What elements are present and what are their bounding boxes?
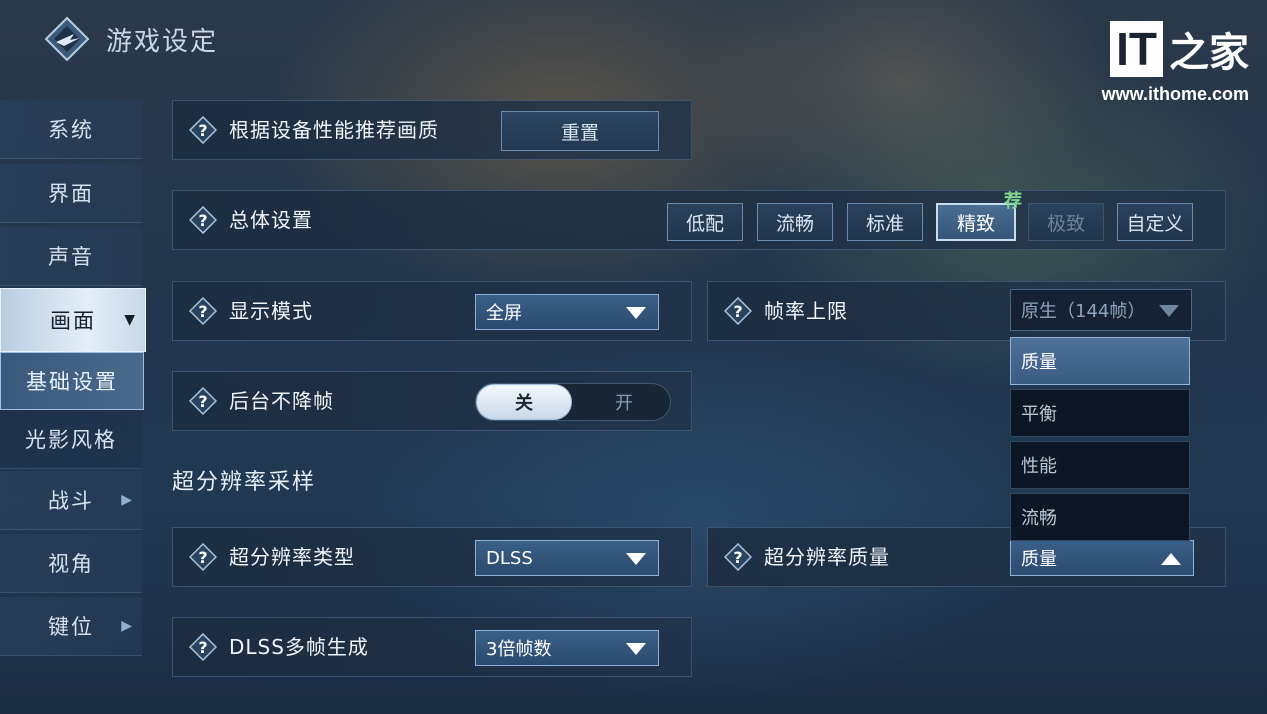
preset-ultra[interactable]: 极致 [1028,203,1104,241]
preset-standard[interactable]: 标准 [847,203,923,241]
dropdown-arrow-icon [1159,305,1179,317]
reset-button[interactable]: 重置 [501,111,659,151]
display-mode-row: ? 显示模式 全屏 [172,281,692,341]
svg-text:?: ? [198,548,207,567]
display-mode-dropdown[interactable]: 全屏 [475,294,659,330]
help-icon[interactable]: ? [188,296,218,326]
toggle-on-option[interactable]: 开 [576,384,672,420]
svg-text:?: ? [198,638,207,657]
recommended-badge: 荐 [1004,191,1022,212]
chevron-down-icon: ▼ [124,312,137,328]
svg-text:?: ? [733,302,742,321]
help-icon[interactable]: ? [188,205,218,235]
dropdown-arrow-up-icon [1161,553,1181,565]
sidebar-item-graphics[interactable]: 画面 ▼ [0,288,146,352]
game-emblem-icon [44,16,90,62]
upscaling-type-label: 超分辨率类型 [229,545,355,569]
svg-text:?: ? [198,121,207,140]
header: 游戏设定 [44,16,218,62]
sidebar-subitem-lighting-style[interactable]: 光影风格 [0,410,142,469]
background-fps-label: 后台不降帧 [229,389,334,413]
upscaling-type-dropdown[interactable]: DLSS [475,540,659,576]
toggle-off-option[interactable]: 关 [476,384,572,420]
help-icon[interactable]: ? [188,542,218,572]
overall-settings-label: 总体设置 [229,208,313,232]
help-icon[interactable]: ? [188,632,218,662]
svg-text:?: ? [198,211,207,230]
dropdown-option-smooth[interactable]: 流畅 [1010,493,1190,541]
fps-limit-label: 帧率上限 [764,299,848,323]
recommend-quality-row: ? 根据设备性能推荐画质 重置 [172,100,692,160]
dlss-framegen-dropdown[interactable]: 3倍帧数 [475,630,659,666]
background-fps-row: ? 后台不降帧 关 开 [172,371,692,431]
help-icon[interactable]: ? [723,542,753,572]
sidebar-item-system[interactable]: 系统 [0,100,142,159]
recommend-quality-label: 根据设备性能推荐画质 [229,118,439,142]
sidebar-item-camera[interactable]: 视角 [0,534,142,593]
watermark: IT 之家 www.ithome.com [1102,20,1249,105]
upscaling-quality-dropdown[interactable]: 质量 [1010,540,1194,576]
svg-text:?: ? [733,548,742,567]
help-icon[interactable]: ? [723,296,753,326]
dropdown-option-balanced[interactable]: 平衡 [1010,389,1190,437]
dropdown-option-quality[interactable]: 质量 [1010,337,1190,385]
preset-smooth[interactable]: 流畅 [757,203,833,241]
help-icon[interactable]: ? [188,115,218,145]
watermark-it: IT [1110,21,1163,77]
upscaling-quality-label: 超分辨率质量 [764,545,890,569]
fps-limit-dropdown[interactable]: 原生（144帧） [1010,289,1192,331]
sidebar-item-keybinds[interactable]: 键位 ▶ [0,597,142,656]
dropdown-arrow-icon [626,307,646,319]
sidebar-item-sound[interactable]: 声音 [0,227,142,286]
background-fps-toggle[interactable]: 关 开 [475,383,671,421]
sidebar-item-combat[interactable]: 战斗 ▶ [0,471,142,530]
dropdown-arrow-icon [626,553,646,565]
watermark-home: 之家 [1169,30,1249,76]
dropdown-option-performance[interactable]: 性能 [1010,441,1190,489]
dropdown-arrow-icon [626,643,646,655]
preset-custom[interactable]: 自定义 [1117,203,1193,241]
chevron-right-icon: ▶ [121,492,134,508]
watermark-url: www.ithome.com [1101,84,1249,104]
preset-low[interactable]: 低配 [667,203,743,241]
preset-fine[interactable]: 精致 荐 [936,191,1022,241]
dlss-framegen-row: ? DLSS多帧生成 3倍帧数 [172,617,692,677]
chevron-right-icon: ▶ [121,618,134,634]
overall-settings-row: ? 总体设置 低配 流畅 标准 精致 荐 极致 自定义 [172,190,1226,250]
svg-text:?: ? [198,302,207,321]
svg-text:?: ? [198,392,207,411]
sidebar-item-interface[interactable]: 界面 [0,164,142,223]
sidebar-subitem-basic-settings[interactable]: 基础设置 [0,352,144,410]
help-icon[interactable]: ? [188,386,218,416]
dlss-framegen-label: DLSS多帧生成 [229,635,369,659]
upscaling-type-row: ? 超分辨率类型 DLSS [172,527,692,587]
upscaling-section-title: 超分辨率采样 [172,470,317,495]
display-mode-label: 显示模式 [229,299,313,323]
page-title: 游戏设定 [106,26,219,57]
